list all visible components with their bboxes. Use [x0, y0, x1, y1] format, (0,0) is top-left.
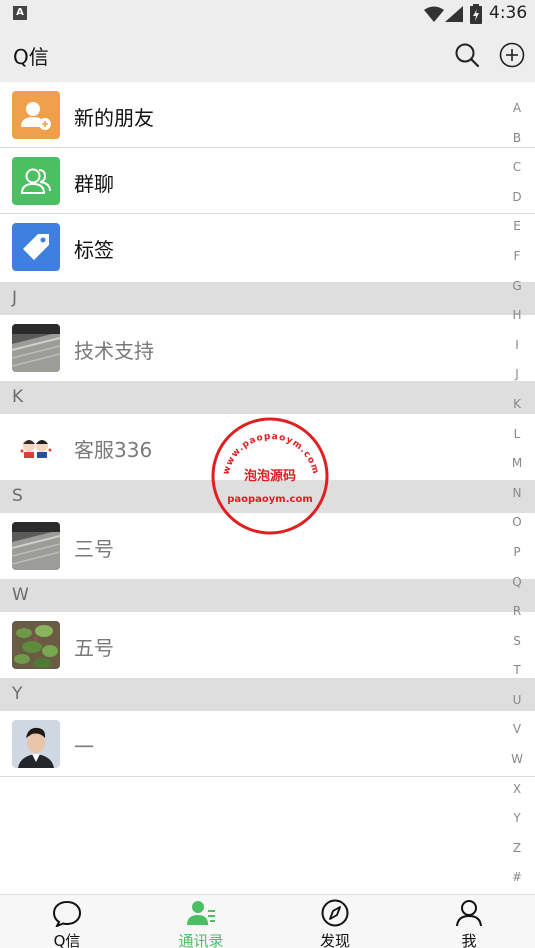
search-icon[interactable] — [454, 42, 480, 68]
cartoon-couple-avatar — [12, 423, 60, 471]
index-letter[interactable]: U — [505, 690, 529, 720]
plus-circle-icon[interactable] — [499, 42, 525, 68]
contacts-icon — [187, 901, 215, 925]
section-header-y: Y — [0, 678, 535, 711]
status-bar: A 4:36 — [0, 0, 535, 28]
nav-tab-me[interactable]: 我 — [402, 895, 535, 948]
status-time: 4:36 — [489, 3, 528, 23]
compass-icon — [321, 899, 349, 927]
section-letter: J — [12, 288, 18, 308]
keyboard-photo-avatar — [12, 522, 60, 570]
nav-tab-qxin[interactable]: Q信 — [0, 895, 134, 948]
index-letter[interactable]: K — [505, 394, 529, 424]
keyboard-photo-avatar — [12, 324, 60, 372]
group-chat-row[interactable]: 群聊 — [0, 148, 535, 214]
index-letter[interactable]: G — [505, 276, 529, 306]
section-letter: W — [12, 585, 29, 605]
index-letter[interactable]: T — [505, 660, 529, 690]
nav-tab-contacts[interactable]: 通讯录 — [134, 895, 268, 948]
index-letter[interactable]: M — [505, 453, 529, 483]
index-letter[interactable]: E — [505, 216, 529, 246]
index-letter[interactable]: V — [505, 719, 529, 749]
battery-icon — [470, 4, 482, 24]
nav-label: Q信 — [53, 932, 81, 948]
index-letter[interactable]: Z — [505, 838, 529, 868]
man-portrait-avatar — [12, 720, 60, 768]
new-friends-label: 新的朋友 — [74, 106, 154, 130]
index-letter[interactable]: D — [505, 187, 529, 217]
contact-row[interactable]: 五号 — [0, 612, 535, 678]
section-letter: S — [12, 486, 23, 506]
watermark-stamp: www.paopaoym.com 泡泡源码 paopaoym.com — [211, 417, 329, 535]
index-letter[interactable]: H — [505, 305, 529, 335]
index-letter[interactable]: S — [505, 631, 529, 661]
stamp-bottom-text: paopaoym.com — [227, 494, 313, 505]
nav-label: 发现 — [319, 932, 350, 948]
index-letter[interactable]: R — [505, 601, 529, 631]
group-chat-label: 群聊 — [74, 172, 114, 196]
new-friends-row[interactable]: 新的朋友 — [0, 82, 535, 148]
group-chat-icon — [12, 157, 60, 205]
contact-name: 五号 — [74, 636, 114, 660]
index-letter[interactable]: # — [505, 867, 529, 897]
contact-row[interactable]: 技术支持 — [0, 315, 535, 381]
nav-label: 我 — [461, 932, 477, 948]
chat-bubble-icon — [52, 900, 82, 927]
section-letter: K — [12, 387, 24, 407]
index-letter[interactable]: Y — [505, 808, 529, 838]
nav-tab-discover[interactable]: 发现 — [268, 895, 402, 948]
add-friend-icon — [12, 91, 60, 139]
index-letter[interactable]: J — [505, 364, 529, 394]
page-title: Q信 — [13, 45, 49, 69]
index-letter[interactable]: P — [505, 542, 529, 572]
section-header-k: K — [0, 381, 535, 414]
index-letter[interactable]: L — [505, 424, 529, 454]
alphabet-index-bar[interactable]: A B C D E F G H I J K L M N O P Q R S T U V W X Y Z # — [505, 98, 529, 897]
index-letter[interactable]: O — [505, 512, 529, 542]
wifi-icon — [424, 6, 444, 22]
app-header: Q信 — [0, 28, 535, 82]
index-letter[interactable]: B — [505, 128, 529, 158]
tags-label: 标签 — [74, 238, 114, 262]
nav-label: 通讯录 — [178, 932, 224, 948]
index-letter[interactable]: A — [505, 98, 529, 128]
index-letter[interactable]: W — [505, 749, 529, 779]
bottom-navigation: Q信 通讯录 发现 我 — [0, 894, 535, 948]
index-letter[interactable]: N — [505, 483, 529, 513]
contact-name: 一 — [74, 735, 94, 759]
contact-name: 客服336 — [74, 438, 153, 462]
person-icon — [456, 900, 482, 927]
contact-row[interactable]: 一 — [0, 711, 535, 777]
tags-row[interactable]: 标签 — [0, 214, 535, 280]
index-letter[interactable]: Q — [505, 572, 529, 602]
plant-photo-avatar — [12, 621, 60, 669]
section-letter: Y — [12, 684, 23, 704]
contact-name: 技术支持 — [74, 339, 154, 363]
section-header-w: W — [0, 579, 535, 612]
row-divider — [0, 776, 535, 777]
stamp-center-text: 泡泡源码 — [244, 468, 296, 484]
contact-name: 三号 — [74, 537, 114, 561]
index-letter[interactable]: F — [505, 246, 529, 276]
tag-icon — [12, 223, 60, 271]
notification-a-icon: A — [13, 6, 27, 20]
index-letter[interactable]: I — [505, 335, 529, 365]
index-letter[interactable]: X — [505, 779, 529, 809]
index-letter[interactable]: C — [505, 157, 529, 187]
signal-icon — [445, 6, 463, 22]
section-header-j: J — [0, 282, 535, 315]
